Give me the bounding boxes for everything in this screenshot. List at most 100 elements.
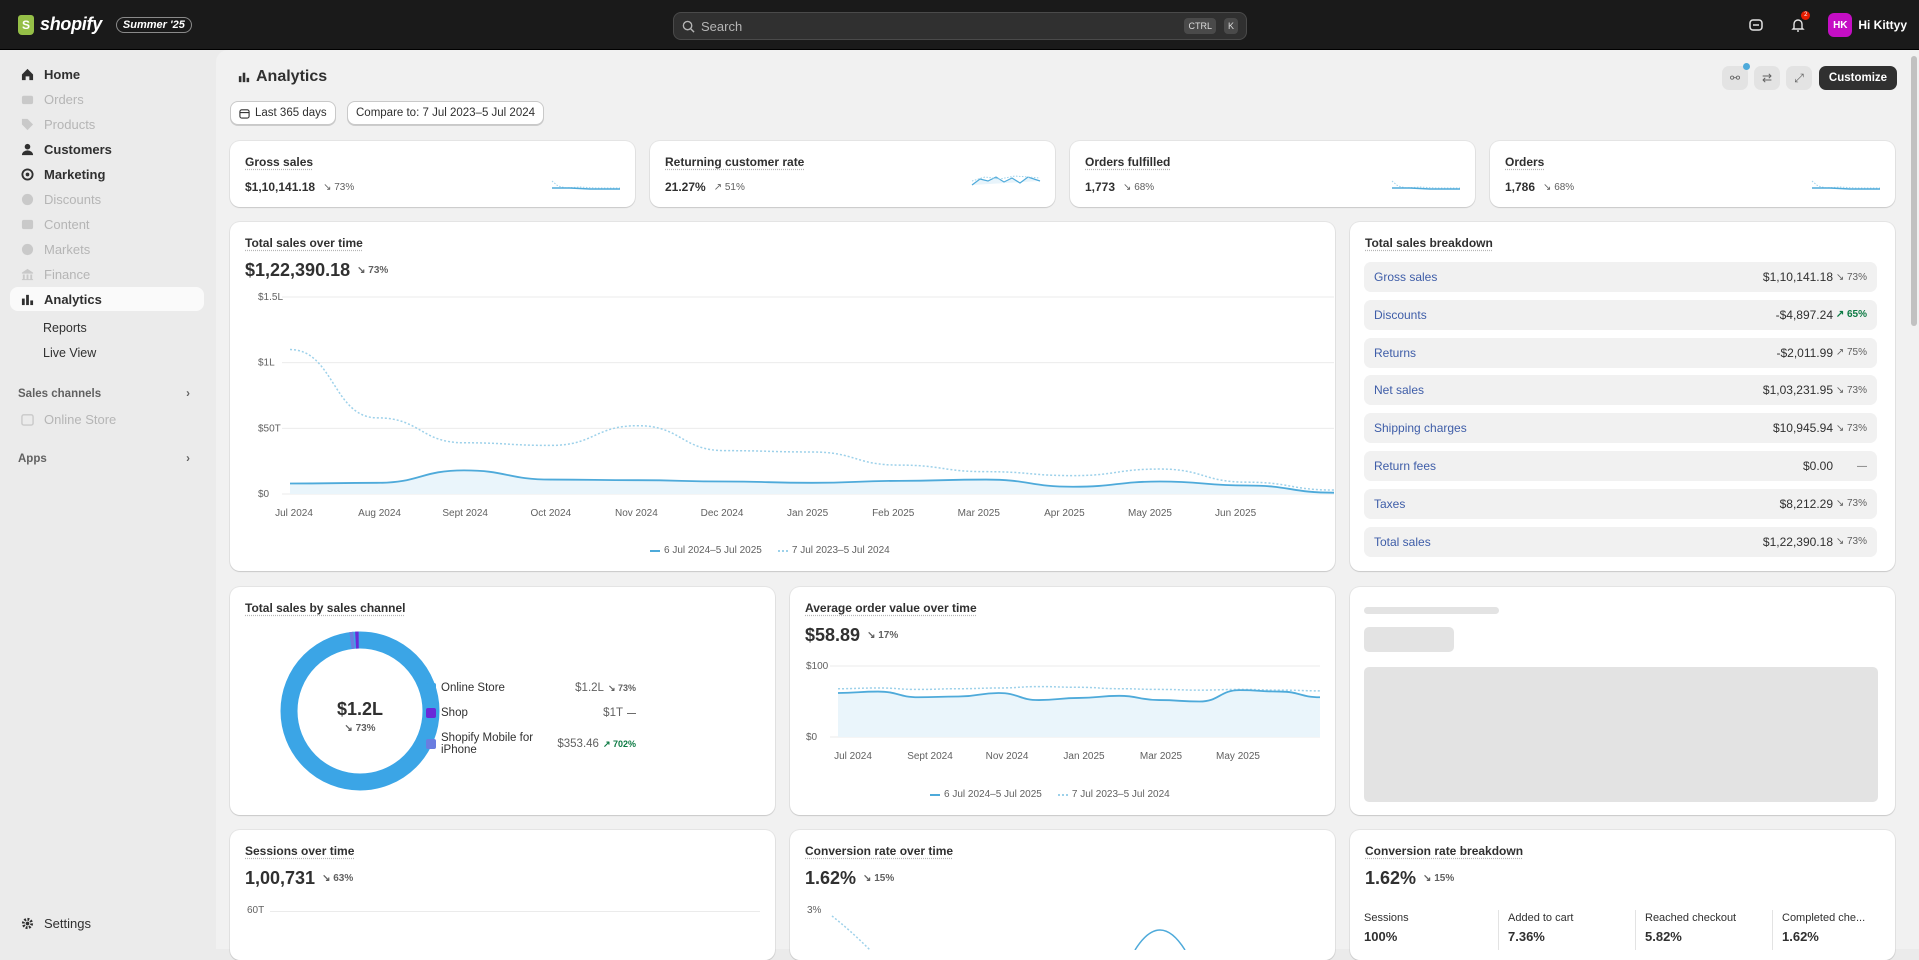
breakdown-label[interactable]: Total sales <box>1374 535 1763 549</box>
target-icon <box>20 167 34 181</box>
sidebar-item-products[interactable]: Products <box>10 112 204 136</box>
shopify-bag-icon <box>18 15 34 35</box>
breakdown-label[interactable]: Return fees <box>1374 459 1803 473</box>
total-sales-chart: $1.5L$1L$50T$0Jul 2024Aug 2024Sept 2024O… <box>230 222 1335 571</box>
sidebar-item-label: Finance <box>44 267 90 282</box>
breakdown-value: $1,22,390.18 <box>1763 535 1833 549</box>
sidebar-item-settings[interactable]: Settings <box>10 911 204 935</box>
refresh-button[interactable]: ⇄ <box>1754 66 1780 90</box>
sparkline <box>970 169 1042 191</box>
conv-breakdown-value: 1.62%↘ 15% <box>1365 868 1454 889</box>
kpi-card-orders[interactable]: Orders 1,786↘ 68% <box>1490 141 1895 207</box>
breakdown-value: $1,10,141.18 <box>1763 270 1833 284</box>
x-tick-label: Mar 2025 <box>958 508 1001 519</box>
donut-center-change: ↘ 73% <box>280 723 440 734</box>
kpi-card-orders-fulfilled[interactable]: Orders fulfilled 1,773↘ 68% <box>1070 141 1475 207</box>
breakdown-value: -$2,011.99 <box>1777 346 1834 360</box>
breakdown-label[interactable]: Net sales <box>1374 383 1763 397</box>
sidebar-item-content[interactable]: Content <box>10 212 204 236</box>
breakdown-row[interactable]: Total sales$1,22,390.18↘ 73% <box>1364 527 1877 557</box>
breakdown-value: $1,03,231.95 <box>1763 383 1833 397</box>
chevron-right-icon: › <box>186 453 190 465</box>
card-title[interactable]: Total sales breakdown <box>1365 236 1493 250</box>
loading-card <box>1350 587 1895 815</box>
scrollbar[interactable] <box>1909 50 1919 949</box>
conversion-breakdown-card: Conversion rate breakdown 1.62%↘ 15% Ses… <box>1350 830 1895 960</box>
breakdown-row[interactable]: Discounts-$4,897.24↗ 65% <box>1364 300 1877 330</box>
card-title[interactable]: Sessions over time <box>245 844 354 858</box>
search-icon <box>682 20 695 33</box>
date-range-button[interactable]: Last 365 days <box>230 101 336 125</box>
sidebar-item-online-store[interactable]: Online Store <box>10 407 204 431</box>
breakdown-label[interactable]: Discounts <box>1374 308 1776 322</box>
y-tick-label: $50T <box>258 423 281 434</box>
sidebar-item-live-view[interactable]: Live View <box>43 346 96 360</box>
breakdown-row[interactable]: Returns-$2,011.99↗ 75% <box>1364 338 1877 368</box>
breakdown-label[interactable]: Gross sales <box>1374 270 1763 284</box>
sales-channels-section[interactable]: Sales channels › <box>18 388 190 400</box>
sidebar-item-label: Discounts <box>44 192 101 207</box>
card-title[interactable]: Total sales by sales channel <box>245 601 406 615</box>
breakdown-label[interactable]: Returns <box>1374 346 1777 360</box>
kbd-ctrl: CTRL <box>1184 18 1216 34</box>
brand-name: shopify <box>40 14 102 35</box>
bank-icon <box>20 267 34 281</box>
date-range-label: Last 365 days <box>255 107 327 119</box>
shopify-logo[interactable]: shopify Summer '25 <box>18 14 192 35</box>
channel-value: $1T <box>603 707 623 719</box>
compare-button[interactable]: Compare to: 7 Jul 2023–5 Jul 2024 <box>347 101 544 125</box>
sidebar-item-marketing[interactable]: Marketing <box>10 162 204 186</box>
sidebar-item-home[interactable]: Home <box>10 62 204 86</box>
breakdown-row[interactable]: Return fees$0.00— <box>1364 451 1877 481</box>
breakdown-change: ↘ 73% <box>1833 272 1867 283</box>
calendar-icon <box>239 108 250 119</box>
card-title[interactable]: Conversion rate breakdown <box>1365 844 1523 858</box>
search-input[interactable]: Search CTRL K <box>673 12 1247 40</box>
conversion-card: Conversion rate over time 1.62%↘ 15% 3% <box>790 830 1335 960</box>
kpi-card-gross-sales[interactable]: Gross sales $1,10,141.18↘ 73% <box>230 141 635 207</box>
aov-chart: $100$0Jul 2024Sept 2024Nov 2024Jan 2025M… <box>790 587 1335 815</box>
breakdown-label[interactable]: Shipping charges <box>1374 421 1773 435</box>
x-tick-label: Jul 2024 <box>834 751 872 762</box>
notifications-bell-icon[interactable]: 2 <box>1786 13 1810 37</box>
sidebar-item-customers[interactable]: Customers <box>10 137 204 161</box>
kpi-value: 21.27%↗ 51% <box>665 180 745 194</box>
stage-added-to-cart: Added to cart7.36% <box>1508 912 1573 944</box>
legend-previous: 7 Jul 2023–5 Jul 2024 <box>778 545 890 556</box>
sidebar-item-analytics[interactable]: Analytics <box>10 287 204 311</box>
kpi-card-returning-rate[interactable]: Returning customer rate 21.27%↗ 51% <box>650 141 1055 207</box>
sessions-value: 1,00,731↘ 63% <box>245 868 353 889</box>
user-menu[interactable]: HK Hi Kittyy <box>1828 13 1907 37</box>
y-tick-label: $100 <box>806 661 829 672</box>
new-indicator-dot <box>1743 63 1750 70</box>
sidebar-item-orders[interactable]: Orders <box>10 87 204 111</box>
sidebar-item-discounts[interactable]: Discounts <box>10 187 204 211</box>
sidebar-item-markets[interactable]: Markets <box>10 237 204 261</box>
skeleton-title <box>1364 607 1499 614</box>
breakdown-value: -$4,897.24 <box>1776 308 1833 322</box>
card-title[interactable]: Conversion rate over time <box>805 844 953 858</box>
gridline <box>270 911 760 912</box>
customize-button[interactable]: Customize <box>1819 66 1897 90</box>
sales-channel-card: Total sales by sales channel $1.2L ↘ 73%… <box>230 587 775 815</box>
breakdown-row[interactable]: Net sales$1,03,231.95↘ 73% <box>1364 375 1877 405</box>
breakdown-row[interactable]: Taxes$8,212.29↘ 73% <box>1364 489 1877 519</box>
sidebar-item-reports[interactable]: Reports <box>43 321 87 335</box>
refresh-icon: ⇄ <box>1762 71 1772 85</box>
apps-section[interactable]: Apps › <box>18 453 190 465</box>
store-icon <box>20 412 34 426</box>
tag-icon <box>20 117 34 131</box>
sales-channels-label: Sales channels <box>18 388 101 400</box>
new-exploration-button[interactable]: ⚯ <box>1722 66 1748 90</box>
fullscreen-button[interactable]: ⤢ <box>1786 66 1812 90</box>
sidebar-item-finance[interactable]: Finance <box>10 262 204 286</box>
breakdown-row[interactable]: Shipping charges$10,945.94↘ 73% <box>1364 413 1877 443</box>
breakdown-label[interactable]: Taxes <box>1374 497 1780 511</box>
chart-icon <box>20 292 34 306</box>
scrollbar-thumb[interactable] <box>1911 56 1917 326</box>
edition-badge[interactable]: Summer '25 <box>116 17 192 33</box>
sidebar-item-label: Content <box>44 217 90 232</box>
breakdown-row[interactable]: Gross sales$1,10,141.18↘ 73% <box>1364 262 1877 292</box>
kpi-title: Orders fulfilled <box>1085 155 1170 169</box>
store-status-icon[interactable] <box>1744 13 1768 37</box>
